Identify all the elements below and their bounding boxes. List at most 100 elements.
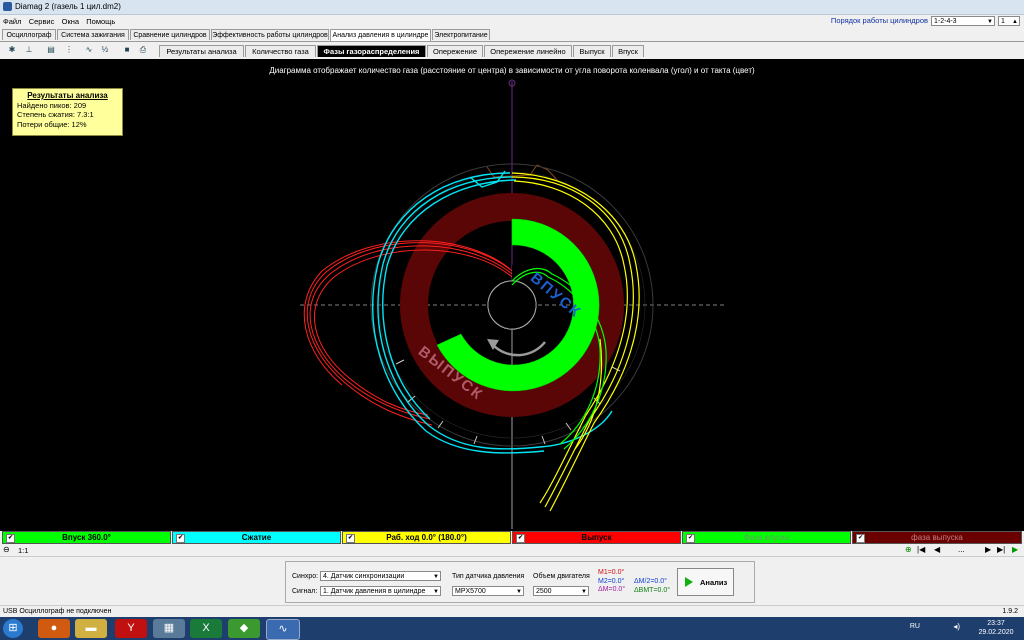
signal-select[interactable]: 1. Датчик давления в цилиндре ▼	[320, 586, 441, 596]
checkbox-icon[interactable]: ✔	[856, 534, 865, 543]
first-icon[interactable]: |◀	[917, 545, 925, 554]
system-tray: RU ◂) 23:37 29.02.2020	[910, 619, 1018, 637]
legend-power-stroke[interactable]: ✔ Раб. ход 0.0° (180.0°)	[342, 531, 511, 544]
play-icon	[685, 577, 693, 587]
results-compression: Степень сжатия: 7.3:1	[17, 110, 94, 119]
marker-params-2: ΔM/2=0.0° ΔВМТ=0.0°	[634, 578, 670, 595]
tab-pressure-analysis[interactable]: Анализ давления в цилиндре	[330, 29, 431, 41]
tab-oscilloscope[interactable]: Осциллограф	[2, 29, 56, 40]
collapse-icon[interactable]: ⊖	[3, 545, 10, 554]
control-panel: Синхро: 4. Датчик синхронизации ▼ Сигнал:…	[285, 561, 755, 603]
position-dots[interactable]: ...	[958, 545, 965, 554]
stepper-icon: ▲	[1012, 18, 1018, 25]
checkbox-icon[interactable]: ✔	[346, 534, 355, 543]
next-icon[interactable]: ▶	[985, 545, 991, 554]
ring-gap-marker-2	[536, 164, 559, 182]
tab-gas-amount[interactable]: Количество газа	[245, 45, 316, 57]
chevron-down-icon: ▼	[516, 589, 522, 595]
plot-caption: Диаграмма отображает количество газа (ра…	[269, 66, 755, 75]
tab-valve-timing[interactable]: Фазы газораспределения	[317, 45, 426, 57]
cylinder-order-select[interactable]: 1-2-4-3 ▼	[931, 15, 995, 26]
results-title: Результаты анализа	[27, 91, 108, 100]
legend-compression-label: Сжатие	[241, 533, 272, 542]
sensor-type-select[interactable]: MPX5700 ▼	[452, 586, 524, 596]
zoom-in-icon[interactable]: ⊕	[905, 545, 912, 554]
m1-value: M1=0.0°	[598, 569, 625, 576]
cylinder-order-value: 1-2-4-3	[934, 17, 957, 25]
checkbox-icon[interactable]: ✔	[686, 534, 695, 543]
tab-cylinder-efficiency[interactable]: Эффективность работы цилиндров	[211, 29, 329, 40]
chevron-down-icon: ▼	[987, 18, 993, 25]
scale-value[interactable]: 1:1	[18, 546, 28, 555]
m2-value: M2=0.0°	[598, 577, 625, 585]
menu-windows[interactable]: Окна	[59, 15, 81, 26]
clock-date: 29.02.2020	[978, 629, 1014, 636]
clock-time: 23:37	[987, 620, 1005, 627]
tab-advance[interactable]: Опережение	[427, 45, 483, 57]
cylinder-number-value: 1	[1001, 17, 1005, 25]
status-text: USB Осциллограф не подключен	[3, 608, 112, 615]
firefox-icon[interactable]: ●	[38, 619, 70, 638]
legend-intake-phase-label: Фаза впуска	[743, 533, 790, 542]
engine-volume-label: Объем двигателя	[533, 573, 590, 580]
legend-compression[interactable]: ✔ Сжатие	[172, 531, 341, 544]
sensor-type-value: MPX5700	[455, 588, 486, 595]
language-indicator[interactable]: RU	[910, 622, 920, 631]
checkbox-icon[interactable]: ✔	[176, 534, 185, 543]
excel-icon[interactable]: X	[190, 619, 222, 638]
menu-service[interactable]: Сервис	[26, 15, 57, 26]
polar-diagram: ВПУСК ВЫПУСК	[300, 79, 725, 529]
clock[interactable]: 23:37 29.02.2020	[974, 619, 1018, 637]
main-tabs: Осциллограф Система зажигания Сравнение …	[0, 29, 1024, 42]
diamag-icon[interactable]: ∿	[266, 619, 300, 640]
last-icon[interactable]: ▶|	[997, 545, 1005, 554]
sub-tabs: Результаты анализа Количество газа Фазы …	[0, 45, 1024, 58]
menu-help[interactable]: Помощь	[83, 15, 117, 26]
legend-power-stroke-label: Раб. ход 0.0° (180.0°)	[386, 533, 467, 542]
sync-select[interactable]: 4. Датчик синхронизации ▼	[320, 571, 441, 581]
legend-exhaust-label: Выпуск	[581, 533, 612, 542]
navigation-bar: ⊖ 1:1 ⊕ |◀ ◀ ... ▶ ▶| ▶	[0, 545, 1024, 557]
tab-exhaust[interactable]: Выпуск	[573, 45, 611, 57]
legend-exhaust[interactable]: ✔ Выпуск	[512, 531, 681, 544]
signal-label: Сигнал:	[292, 588, 318, 595]
checkbox-icon[interactable]: ✔	[516, 534, 525, 543]
cylinder-number-stepper[interactable]: 1 ▲	[998, 15, 1020, 26]
tab-intake[interactable]: Впуск	[612, 45, 644, 57]
chevron-down-icon: ▼	[433, 589, 439, 595]
bluestacks-icon[interactable]: ◆	[228, 619, 260, 638]
start-icon[interactable]: ⊞	[3, 619, 23, 638]
tab-advance-linear[interactable]: Опережение линейно	[484, 45, 572, 57]
analyze-label: Анализ	[700, 578, 728, 587]
legend-exhaust-phase[interactable]: ✔ фаза выпуска	[852, 531, 1022, 544]
version-text: 1.9.2	[1002, 608, 1018, 615]
chevron-down-icon: ▼	[433, 574, 439, 580]
status-bar: USB Осциллограф не подключен 1.9.2	[0, 605, 1024, 617]
tab-power-supply[interactable]: Электропитание	[432, 29, 490, 40]
analyze-button[interactable]: Анализ	[677, 568, 734, 596]
cylinder-order: Порядок работы цилиндров 1-2-4-3 ▼ 1 ▲	[831, 14, 1020, 27]
prev-icon[interactable]: ◀	[934, 545, 940, 554]
tab-cylinder-compare[interactable]: Сравнение цилиндров	[130, 29, 210, 40]
analysis-results-box: Результаты анализа Найдено пиков: 209 Ст…	[12, 88, 123, 136]
marker-params: M1=0.0° M2=0.0° ΔM=0.0°	[598, 569, 625, 595]
tab-ignition[interactable]: Система зажигания	[57, 29, 129, 40]
rotation-arrow-icon	[492, 341, 546, 357]
engine-volume-select[interactable]: 2500 ▼	[533, 586, 589, 596]
tab-analysis-results[interactable]: Результаты анализа	[159, 45, 244, 57]
checkbox-icon[interactable]: ✔	[6, 534, 15, 543]
folder-icon[interactable]: ▬	[75, 619, 107, 638]
yandex-icon[interactable]: Y	[115, 619, 147, 638]
dmt-value: ΔВМТ=0.0°	[634, 586, 671, 594]
volume-icon[interactable]: ◂)	[953, 622, 960, 631]
menu-file[interactable]: Файл	[0, 15, 23, 26]
taskbar: ⊞ ● ▬ Y ▦ X ◆ ∿ RU ◂) 23:37 29.02.2020	[0, 617, 1024, 640]
legend-intake[interactable]: ✔ Впуск 360.0°	[2, 531, 171, 544]
results-peaks: Найдено пиков: 209	[17, 100, 87, 110]
calculator-icon[interactable]: ▦	[153, 619, 185, 638]
legend-intake-phase[interactable]: ✔ Фаза впуска	[682, 531, 851, 544]
valve-timing-plot[interactable]: ВПУСК ВЫПУСК Диаграмма отображает количе…	[0, 59, 1024, 531]
results-losses: Потери общие: 12%	[17, 119, 87, 129]
title-bar: Diamag 2 (газель 1 цил.dm2)	[0, 0, 1024, 15]
play-icon[interactable]: ▶	[1012, 545, 1018, 554]
